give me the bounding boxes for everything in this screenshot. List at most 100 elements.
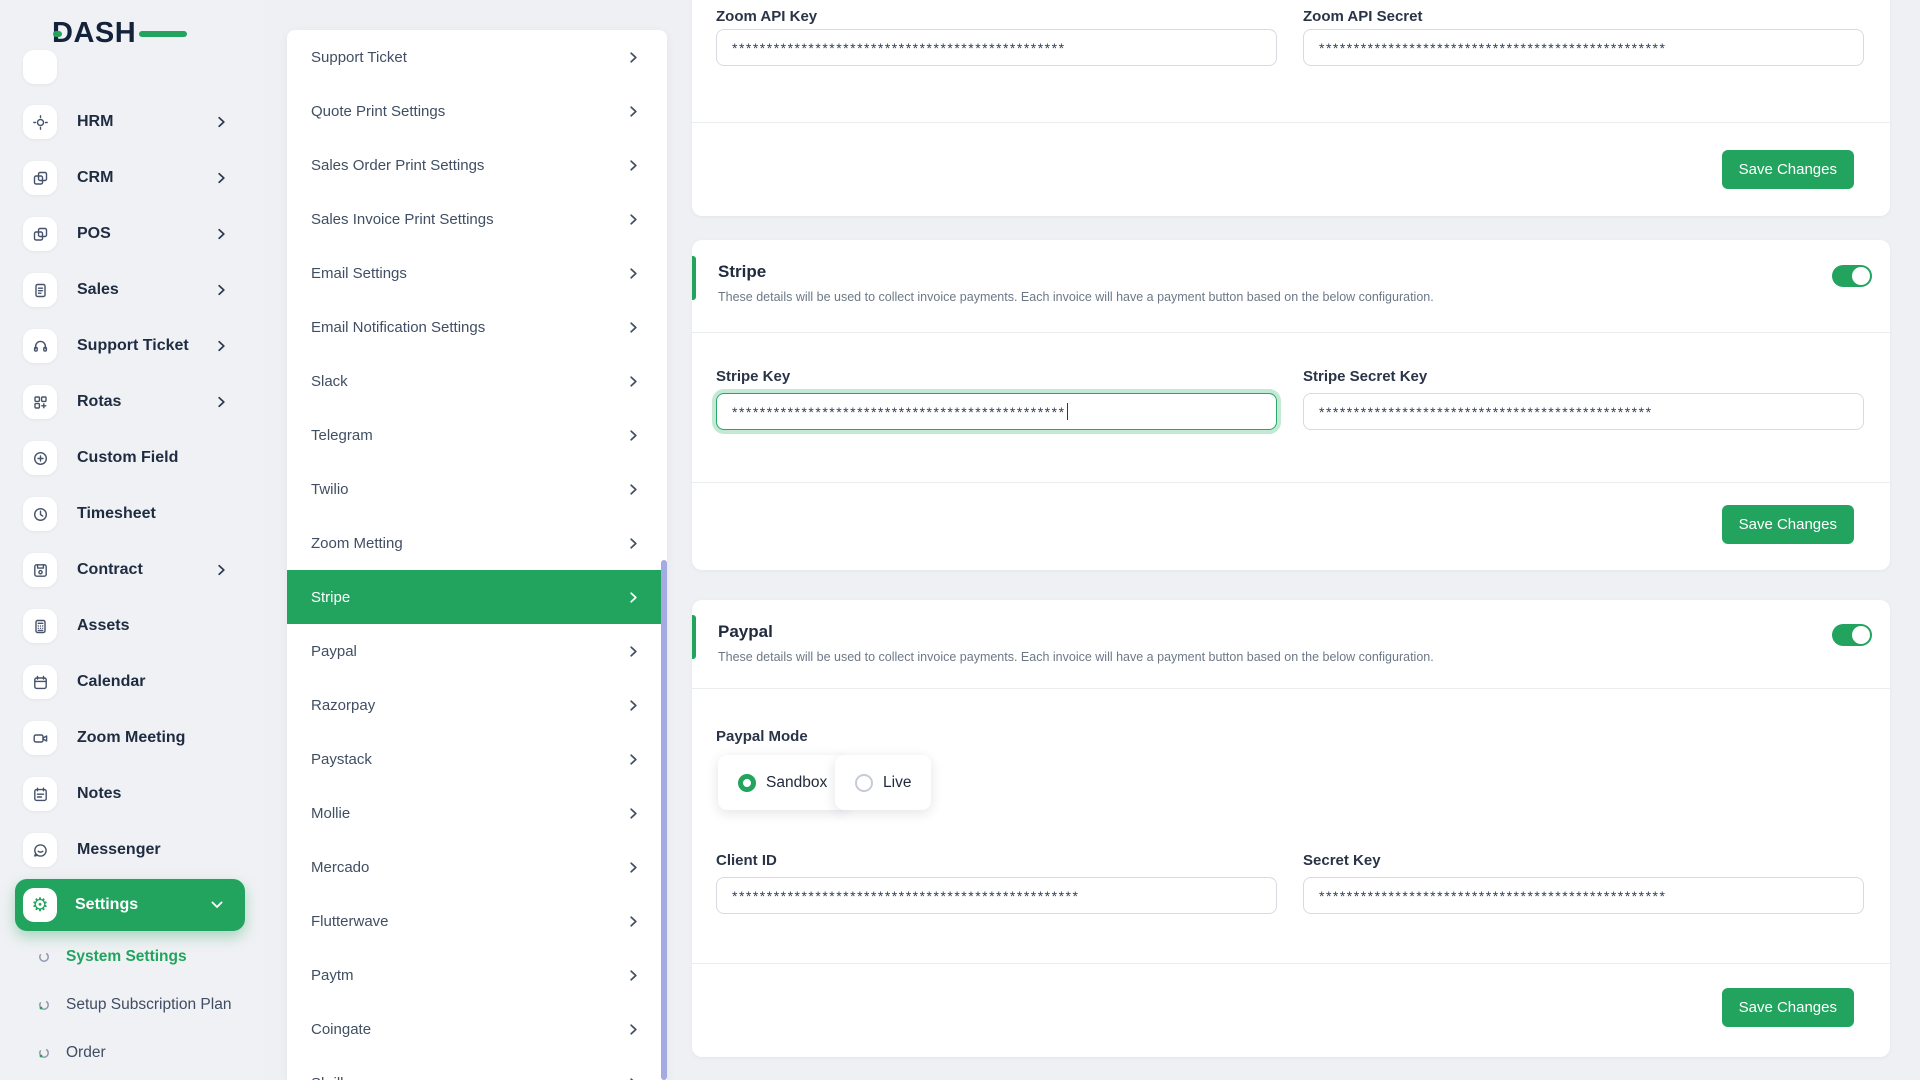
stripe-key-input[interactable]: ****************************************… [716, 393, 1277, 430]
brand-logo[interactable]: DASH [52, 14, 187, 52]
settings-nav-email-settings[interactable]: Email Settings [287, 246, 667, 300]
secret-key-label: Secret Key [1303, 852, 1381, 869]
settings-nav-quote-print-settings[interactable]: Quote Print Settings [287, 84, 667, 138]
settings-nav-flutterwave[interactable]: Flutterwave [287, 894, 667, 948]
settings-nav-paypal[interactable]: Paypal [287, 624, 667, 678]
bullet-circle-icon [39, 1000, 49, 1010]
paypal-settings-card: Paypal These details will be used to col… [692, 600, 1890, 1057]
card-divider [692, 963, 1890, 964]
chevron-right-icon [218, 564, 225, 576]
chat-icon [23, 833, 57, 867]
settings-nav-support-ticket[interactable]: Support Ticket [287, 30, 667, 84]
settings-nav-zoom-metting[interactable]: Zoom Metting [287, 516, 667, 570]
chevron-right-icon [630, 807, 637, 819]
gear-icon: ⚙ [23, 888, 57, 922]
settings-nav-sales-invoice-print-settings[interactable]: Sales Invoice Print Settings [287, 192, 667, 246]
toggle-knob [1852, 626, 1870, 644]
sidebar-subitem-order[interactable]: Order [38, 1031, 258, 1075]
logo-bar [139, 31, 187, 37]
settings-nav-twilio[interactable]: Twilio [287, 462, 667, 516]
settings-nav-telegram[interactable]: Telegram [287, 408, 667, 462]
brand-name: DASH [52, 16, 137, 49]
paypal-save-button[interactable]: Save Changes [1721, 988, 1854, 1027]
chevron-right-icon [630, 969, 637, 981]
settings-nav-mollie[interactable]: Mollie [287, 786, 667, 840]
section-accent-bar [692, 256, 696, 300]
settings-nav-email-notification-settings[interactable]: Email Notification Settings [287, 300, 667, 354]
bullet-circle-icon [39, 1048, 49, 1058]
clipped-menu-icon [23, 50, 57, 84]
settings-nav-stripe[interactable]: Stripe [287, 570, 667, 624]
section-accent-bar [692, 615, 696, 659]
notes-icon [23, 777, 57, 811]
video-icon [23, 721, 57, 755]
settings-nav-slack[interactable]: Slack [287, 354, 667, 408]
sidebar-subitem-setup-subscription-plan[interactable]: Setup Subscription Plan [38, 983, 258, 1027]
card-divider [692, 482, 1890, 483]
sidebar-item-timesheet[interactable]: Timesheet [0, 486, 250, 542]
chevron-right-icon [218, 116, 225, 128]
card-divider [692, 688, 1890, 689]
sidebar-item-contract[interactable]: Contract [0, 542, 250, 598]
paypal-mode-live-option[interactable]: Live [835, 755, 932, 810]
zoom-save-button[interactable]: Save Changes [1721, 150, 1854, 189]
settings-nav-skrill[interactable]: Skrill [287, 1056, 667, 1080]
chevron-right-icon [630, 537, 637, 549]
settings-nav-coingate[interactable]: Coingate [287, 1002, 667, 1056]
sidebar-item-zoom-meeting[interactable]: Zoom Meeting [0, 710, 250, 766]
chevron-right-icon [630, 375, 637, 387]
paypal-section-title: Paypal [718, 622, 773, 641]
stripe-secret-key-input[interactable]: ****************************************… [1303, 393, 1864, 430]
paypal-mode-sandbox-option[interactable]: Sandbox [718, 755, 848, 810]
chevron-right-icon [630, 861, 637, 873]
toggle-knob [1852, 267, 1870, 285]
zoom-api-key-input[interactable]: ****************************************… [716, 29, 1277, 66]
stripe-enabled-toggle[interactable] [1832, 265, 1872, 287]
zoom-api-secret-input[interactable]: ****************************************… [1303, 29, 1864, 66]
radio-unselected-icon [855, 773, 873, 792]
chevron-right-icon [218, 284, 225, 296]
sidebar-subitem-system-settings[interactable]: System Settings [38, 935, 258, 979]
circle-plus-icon [23, 441, 57, 475]
stripe-save-button[interactable]: Save Changes [1721, 505, 1854, 544]
chevron-right-icon [630, 591, 637, 603]
sidebar-item-sales[interactable]: Sales [0, 262, 250, 318]
zoom-api-secret-label: Zoom API Secret [1303, 8, 1423, 25]
settings-nav-paystack[interactable]: Paystack [287, 732, 667, 786]
sidebar-item-messenger[interactable]: Messenger [0, 822, 250, 878]
settings-nav-mercado[interactable]: Mercado [287, 840, 667, 894]
stripe-key-label: Stripe Key [716, 368, 791, 385]
sidebar-item-rotas[interactable]: Rotas [0, 374, 250, 430]
floppy-icon [23, 553, 57, 587]
card-divider [692, 332, 1890, 333]
chevron-right-icon [630, 51, 637, 63]
paypal-enabled-toggle[interactable] [1832, 624, 1872, 646]
grid-plus-icon [23, 385, 57, 419]
hrm-icon [23, 105, 57, 139]
sidebar-item-crm[interactable]: CRM [0, 150, 250, 206]
sidebar-item-support-ticket[interactable]: Support Ticket [0, 318, 250, 374]
settings-panel-scrollbar[interactable] [661, 560, 667, 1080]
sidebar-item-hrm[interactable]: HRM [0, 94, 250, 150]
sidebar-item-notes[interactable]: Notes [0, 766, 250, 822]
chevron-right-icon [630, 105, 637, 117]
clock-icon [23, 497, 57, 531]
chevron-right-icon [218, 172, 225, 184]
chevron-right-icon [630, 645, 637, 657]
paypal-section-description: These details will be used to collect in… [718, 650, 1434, 664]
radio-selected-icon [738, 773, 756, 792]
settings-nav-sales-order-print-settings[interactable]: Sales Order Print Settings [287, 138, 667, 192]
sidebar-item-custom-field[interactable]: Custom Field [0, 430, 250, 486]
client-id-input[interactable]: ****************************************… [716, 877, 1277, 914]
settings-nav-paytm[interactable]: Paytm [287, 948, 667, 1002]
bullet-circle-icon [39, 952, 49, 962]
settings-nav-razorpay[interactable]: Razorpay [287, 678, 667, 732]
chevron-right-icon [630, 1023, 637, 1035]
sidebar-item-settings[interactable]: ⚙ Settings [15, 879, 245, 931]
chevron-right-icon [218, 396, 225, 408]
sidebar-item-calendar[interactable]: Calendar [0, 654, 250, 710]
secret-key-input[interactable]: ****************************************… [1303, 877, 1864, 914]
stripe-settings-card: Stripe These details will be used to col… [692, 240, 1890, 570]
sidebar-item-pos[interactable]: POS [0, 206, 250, 262]
sidebar-item-assets[interactable]: Assets [0, 598, 250, 654]
